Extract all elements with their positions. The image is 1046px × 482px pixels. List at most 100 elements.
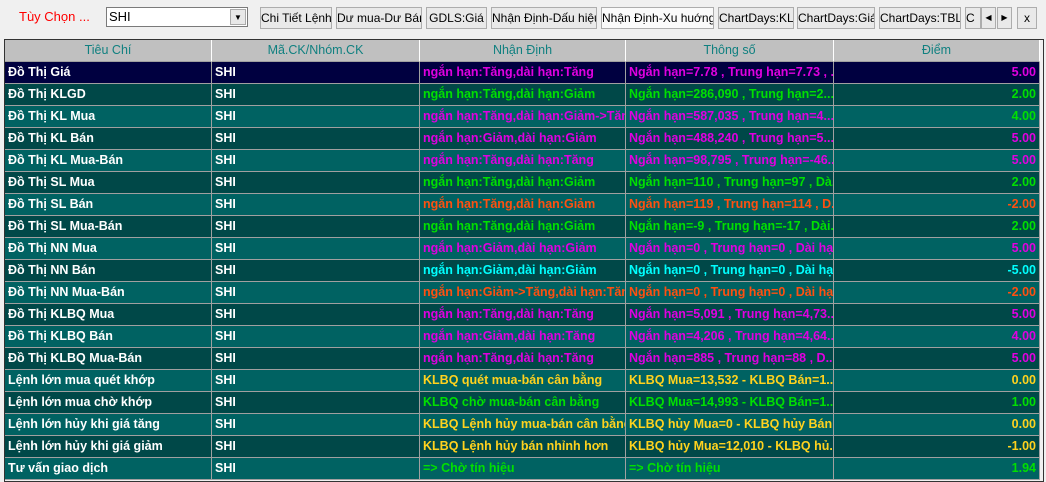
assessment-cell: ngắn hạn:Tăng,dài hạn:Giảm: [420, 194, 626, 216]
criterion-cell: Lệnh lớn hủy khi giá tăng: [5, 414, 212, 436]
symbol-cell: SHI: [212, 194, 420, 216]
assessment-cell: KLBQ Lệnh hủy mua-bán cân bằng: [420, 414, 626, 436]
score-cell: 5.00: [834, 238, 1040, 260]
scroll-right-button[interactable]: ▶: [997, 7, 1012, 29]
toolbar-button[interactable]: Dư mua-Dư Bán: [336, 7, 422, 29]
chevron-down-icon[interactable]: ▼: [230, 9, 246, 25]
header-params[interactable]: Thông số: [626, 40, 834, 62]
criterion-cell: Lệnh lớn mua chờ khớp: [5, 392, 212, 414]
params-cell: KLBQ Mua=13,532 - KLBQ Bán=1...: [626, 370, 834, 392]
score-cell: 2.00: [834, 84, 1040, 106]
params-cell: KLBQ Mua=14,993 - KLBQ Bán=1...: [626, 392, 834, 414]
params-cell: Ngắn hạn=0 , Trung hạn=0 , Dài hạ...: [626, 260, 834, 282]
table-row[interactable]: Đồ Thị NN Mua SHI ngắn hạn:Giảm,dài hạn:Gi…: [5, 238, 1043, 260]
toolbar-button[interactable]: ChartDays:TBL: [879, 7, 961, 29]
table-row[interactable]: Đồ Thị SL Bán SHI ngắn hạn:Tăng,dài hạn:Gi…: [5, 194, 1043, 216]
assessment-cell: KLBQ chờ mua-bán cân bằng: [420, 392, 626, 414]
assessment-cell: ngắn hạn:Tăng,dài hạn:Giảm->Tăng: [420, 106, 626, 128]
criterion-cell: Tư vấn giao dịch: [5, 458, 212, 480]
close-button[interactable]: x: [1017, 7, 1037, 29]
criterion-cell: Đồ Thị NN Mua-Bán: [5, 282, 212, 304]
symbol-cell: SHI: [212, 304, 420, 326]
table-row[interactable]: Đồ Thị KL Mua SHI ngắn hạn:Tăng,dài hạn:Gi…: [5, 106, 1043, 128]
score-cell: 2.00: [834, 172, 1040, 194]
table-row[interactable]: Tư vấn giao dịch SHI => Chờ tín hiệu => Chờ…: [5, 458, 1043, 480]
params-cell: Ngắn hạn=286,090 , Trung hạn=2...: [626, 84, 834, 106]
params-cell: Ngắn hạn=119 , Trung hạn=114 , D...: [626, 194, 834, 216]
symbol-combobox[interactable]: SHI ▼: [106, 7, 248, 27]
symbol-cell: SHI: [212, 84, 420, 106]
toolbar-button[interactable]: Nhận Định-Xu huớng: [601, 7, 714, 29]
toolbar-button[interactable]: Nhận Định-Dấu hiệu: [491, 7, 597, 29]
assessment-cell: ngắn hạn:Giảm,dài hạn:Tăng: [420, 326, 626, 348]
symbol-cell: SHI: [212, 260, 420, 282]
table-row[interactable]: Lệnh lớn mua quét khớp SHI KLBQ quét mua-b…: [5, 370, 1043, 392]
table-row[interactable]: Đồ Thị KLBQ Mua-Bán SHI ngắn hạn:Tăng,dài …: [5, 348, 1043, 370]
criterion-cell: Đồ Thị NN Bán: [5, 260, 212, 282]
symbol-cell: SHI: [212, 216, 420, 238]
table-row[interactable]: Lệnh lớn mua chờ khớp SHI KLBQ chờ mua-bán…: [5, 392, 1043, 414]
params-cell: Ngắn hạn=0 , Trung hạn=0 , Dài hạ...: [626, 282, 834, 304]
params-cell: Ngắn hạn=488,240 , Trung hạn=5...: [626, 128, 834, 150]
criterion-cell: Đồ Thị KL Mua-Bán: [5, 150, 212, 172]
score-cell: 5.00: [834, 304, 1040, 326]
table-row[interactable]: Đồ Thị KL Bán SHI ngắn hạn:Giảm,dài hạn:Gi…: [5, 128, 1043, 150]
table-row[interactable]: Đồ Thị NN Mua-Bán SHI ngắn hạn:Giảm->Tăng,…: [5, 282, 1043, 304]
score-cell: 0.00: [834, 370, 1040, 392]
table-row[interactable]: Đồ Thị KLBQ Bán SHI ngắn hạn:Giảm,dài hạn:…: [5, 326, 1043, 348]
score-cell: 1.00: [834, 392, 1040, 414]
symbol-cell: SHI: [212, 326, 420, 348]
assessment-cell: ngắn hạn:Giảm,dài hạn:Giảm: [420, 238, 626, 260]
table-header: Tiêu Chí Mã.CK/Nhóm.CK Nhận Định Thông s…: [5, 40, 1043, 62]
table-row[interactable]: Đồ Thị NN Bán SHI ngắn hạn:Giảm,dài hạn:Gi…: [5, 260, 1043, 282]
table-row[interactable]: Lệnh lớn hủy khi giá giảm SHI KLBQ Lệnh hủ…: [5, 436, 1043, 458]
header-score[interactable]: Điểm: [834, 40, 1040, 62]
criterion-cell: Đồ Thị NN Mua: [5, 238, 212, 260]
score-cell: 4.00: [834, 326, 1040, 348]
analysis-table: Tiêu Chí Mã.CK/Nhóm.CK Nhận Định Thông s…: [4, 39, 1044, 482]
options-menu[interactable]: Tùy Chọn ...: [19, 9, 90, 24]
symbol-cell: SHI: [212, 414, 420, 436]
toolbar: Tùy Chọn ... SHI ▼ Chi Tiết Lệnh Dư mua-D…: [0, 0, 1046, 36]
table-row[interactable]: Đồ Thị SL Mua SHI ngắn hạn:Tăng,dài hạn:Gi…: [5, 172, 1043, 194]
score-cell: 5.00: [834, 150, 1040, 172]
criterion-cell: Đồ Thị KLBQ Mua: [5, 304, 212, 326]
toolbar-button[interactable]: C: [965, 7, 981, 29]
symbol-cell: SHI: [212, 282, 420, 304]
params-cell: KLBQ hủy Mua=12,010 - KLBQ hủ...: [626, 436, 834, 458]
criterion-cell: Đồ Thị KLBQ Bán: [5, 326, 212, 348]
toolbar-button[interactable]: GDLS:Giá: [426, 7, 487, 29]
criterion-cell: Đồ Thị KLGD: [5, 84, 212, 106]
scroll-left-button[interactable]: ◀: [981, 7, 996, 29]
symbol-cell: SHI: [212, 238, 420, 260]
symbol-cell: SHI: [212, 128, 420, 150]
table-row[interactable]: Đồ Thị KLGD SHI ngắn hạn:Tăng,dài hạn:Giảm…: [5, 84, 1043, 106]
table-row[interactable]: Đồ Thị Giá SHI ngắn hạn:Tăng,dài hạn:Tăng N…: [5, 62, 1043, 84]
toolbar-button[interactable]: Chi Tiết Lệnh: [260, 7, 332, 29]
params-cell: => Chờ tín hiệu: [626, 458, 834, 480]
params-cell: Ngắn hạn=4,206 , Trung hạn=4,64...: [626, 326, 834, 348]
toolbar-button[interactable]: ChartDays:KL: [718, 7, 794, 29]
table-row[interactable]: Đồ Thị KLBQ Mua SHI ngắn hạn:Tăng,dài hạn:…: [5, 304, 1043, 326]
symbol-cell: SHI: [212, 458, 420, 480]
header-criterion[interactable]: Tiêu Chí: [5, 40, 212, 62]
score-cell: 0.00: [834, 414, 1040, 436]
criterion-cell: Đồ Thị KL Mua: [5, 106, 212, 128]
score-cell: -2.00: [834, 194, 1040, 216]
criterion-cell: Đồ Thị SL Mua-Bán: [5, 216, 212, 238]
assessment-cell: ngắn hạn:Tăng,dài hạn:Tăng: [420, 348, 626, 370]
header-assessment[interactable]: Nhận Định: [420, 40, 626, 62]
criterion-cell: Đồ Thị SL Bán: [5, 194, 212, 216]
header-symbol[interactable]: Mã.CK/Nhóm.CK: [212, 40, 420, 62]
assessment-cell: ngắn hạn:Tăng,dài hạn:Tăng: [420, 62, 626, 84]
params-cell: Ngắn hạn=110 , Trung hạn=97 , Dà...: [626, 172, 834, 194]
score-cell: -5.00: [834, 260, 1040, 282]
criterion-cell: Đồ Thị Giá: [5, 62, 212, 84]
symbol-cell: SHI: [212, 150, 420, 172]
toolbar-button[interactable]: ChartDays:Giá: [797, 7, 875, 29]
table-row[interactable]: Lệnh lớn hủy khi giá tăng SHI KLBQ Lệnh hủ…: [5, 414, 1043, 436]
table-row[interactable]: Đồ Thị SL Mua-Bán SHI ngắn hạn:Tăng,dài hạ…: [5, 216, 1043, 238]
table-row[interactable]: Đồ Thị KL Mua-Bán SHI ngắn hạn:Tăng,dài hạ…: [5, 150, 1043, 172]
assessment-cell: ngắn hạn:Tăng,dài hạn:Tăng: [420, 304, 626, 326]
score-cell: 2.00: [834, 216, 1040, 238]
